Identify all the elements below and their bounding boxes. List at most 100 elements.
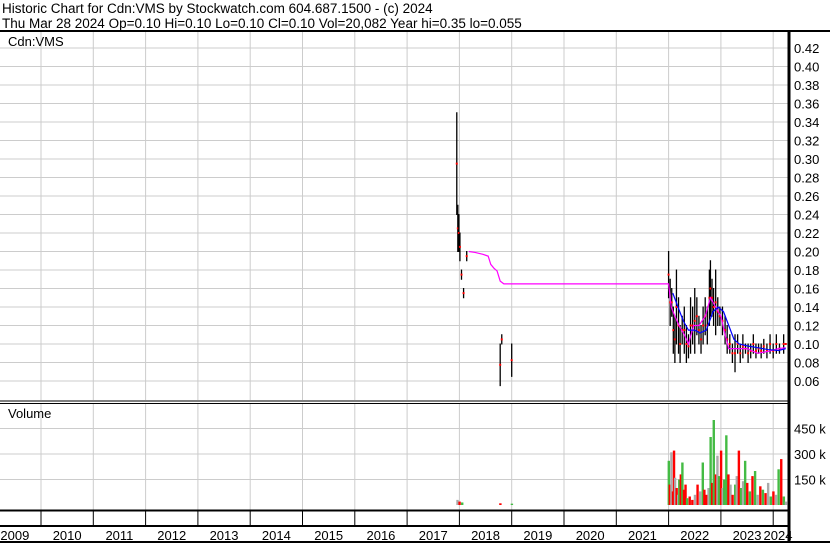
- volume-bar: [741, 481, 745, 505]
- year-label: 2013: [210, 528, 239, 543]
- close-dot: [728, 343, 731, 345]
- price-tick-label: 0.16: [794, 282, 819, 297]
- close-dot: [714, 301, 717, 304]
- close-dot: [775, 343, 778, 345]
- volume-bar: [696, 484, 699, 505]
- volume-bar: [717, 476, 721, 505]
- volume-bar: [456, 499, 459, 505]
- volume-bar: [461, 502, 464, 505]
- price-tick-label: 0.12: [794, 319, 819, 334]
- volume-bar: [691, 499, 694, 505]
- close-dot: [465, 255, 468, 258]
- volume-label: Volume: [8, 406, 51, 421]
- volume-bar: [499, 503, 502, 505]
- year-label: 2016: [366, 528, 395, 543]
- year-label: 2015: [314, 528, 343, 543]
- close-dot: [762, 345, 765, 348]
- volume-bar: [510, 503, 514, 505]
- year-label: 2020: [576, 528, 605, 543]
- volume-bar: [698, 491, 702, 505]
- close-dot: [760, 349, 763, 352]
- price-tick-label: 0.28: [794, 171, 819, 186]
- volume-bar: [782, 496, 786, 505]
- price-tick-label: 0.20: [794, 245, 819, 260]
- volume-bar: [756, 494, 759, 505]
- volume-bar: [685, 498, 689, 505]
- volume-bar: [725, 435, 728, 505]
- price-tick-label: 0.36: [794, 97, 819, 112]
- close-dot: [712, 306, 715, 308]
- volume-bar: [739, 488, 743, 505]
- price-tick-label: 0.30: [794, 152, 819, 167]
- volume-bar: [703, 489, 706, 505]
- close-dot: [510, 359, 513, 362]
- close-dot: [700, 338, 703, 341]
- volume-bar: [458, 501, 461, 505]
- symbol-label: Cdn:VMS: [8, 34, 64, 49]
- volume-bar: [712, 420, 715, 505]
- volume-bar: [693, 494, 697, 505]
- volume-bar: [759, 486, 762, 505]
- price-tick-label: 0.06: [794, 374, 819, 389]
- volume-bar: [737, 450, 741, 505]
- price-tick-label: 0.08: [794, 356, 819, 371]
- year-label: 2022: [680, 528, 709, 543]
- volume-bar: [729, 484, 732, 505]
- close-dot: [702, 324, 705, 327]
- close-dot: [460, 273, 463, 276]
- price-tick-label: 0.34: [794, 115, 819, 130]
- volume-bar: [727, 474, 730, 505]
- price-tick-label: 0.18: [794, 263, 819, 278]
- volume-bar: [784, 501, 788, 505]
- close-dot: [769, 343, 772, 345]
- close-dot: [709, 287, 712, 290]
- year-label: 2023: [733, 528, 762, 543]
- close-dot: [455, 162, 458, 165]
- price-tick-label: 0.38: [794, 78, 819, 93]
- price-tick-label: 0.14: [794, 300, 819, 315]
- close-dot: [782, 343, 785, 345]
- year-label: 2012: [157, 528, 186, 543]
- close-dot: [683, 329, 686, 332]
- price-tick-label: 0.32: [794, 134, 819, 149]
- close-dot: [731, 352, 734, 355]
- close-dot: [458, 245, 461, 248]
- volume-tick-label: 450 k: [794, 422, 826, 437]
- close-dot: [667, 273, 670, 276]
- volume-bar: [772, 491, 775, 505]
- year-label: 2017: [419, 528, 448, 543]
- volume-bar: [769, 496, 772, 505]
- year-label: 2021: [628, 528, 657, 543]
- close-dot: [752, 343, 755, 345]
- close-dot: [499, 363, 502, 366]
- volume-bar: [746, 482, 749, 505]
- close-dot: [687, 345, 690, 348]
- year-label: 2018: [471, 528, 500, 543]
- volume-tick-label: 150 k: [794, 473, 826, 488]
- close-dot: [689, 324, 692, 327]
- price-chart: 2009 2010 2011 2012 2013 2014 2015 2016 2017 2018…: [0, 30, 830, 543]
- close-dot: [747, 352, 750, 355]
- close-dot: [679, 343, 682, 345]
- volume-bar: [753, 471, 757, 505]
- price-tick-label: 0.24: [794, 208, 819, 223]
- volume-bar: [723, 479, 726, 505]
- volume-bar: [735, 476, 738, 505]
- close-dot: [693, 319, 696, 322]
- volume-bar: [743, 460, 747, 505]
- close-dot: [685, 343, 688, 345]
- close-dot: [672, 329, 675, 332]
- year-label: 2010: [53, 528, 82, 543]
- price-tick-label: 0.42: [794, 41, 819, 56]
- close-dot: [739, 352, 742, 355]
- price-tick-label: 0.26: [794, 189, 819, 204]
- volume-bar: [707, 488, 710, 505]
- close-dot: [734, 352, 737, 355]
- volume-bar: [751, 476, 754, 505]
- year-label: 2019: [523, 528, 552, 543]
- close-dot: [462, 292, 465, 295]
- volume-bar: [688, 496, 691, 505]
- volume-bar: [777, 469, 780, 505]
- year-label: 2014: [262, 528, 291, 543]
- volume-bar: [731, 494, 734, 505]
